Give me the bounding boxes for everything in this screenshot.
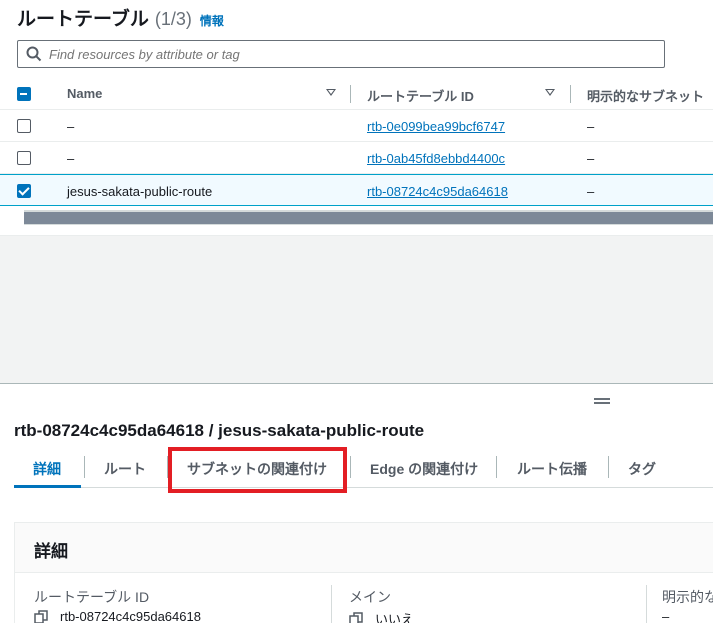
table-row[interactable]: – rtb-0e099bea99bcf6747 – <box>0 110 713 142</box>
column-header-name[interactable]: Name <box>67 86 102 101</box>
column-header-route-table-id[interactable]: ルートテーブル ID <box>367 86 474 105</box>
tab-divider <box>167 456 168 478</box>
route-table-id-link[interactable]: rtb-0ab45fd8ebbd4400c <box>367 151 505 166</box>
row-checkbox[interactable] <box>17 119 31 133</box>
field-value-main: いいえ <box>349 609 414 623</box>
table-row[interactable]: – rtb-0ab45fd8ebbd4400c – <box>0 142 713 174</box>
row-name: – <box>67 119 75 134</box>
field-divider <box>331 585 332 623</box>
row-name: – <box>67 151 75 166</box>
copy-icon[interactable] <box>349 611 363 623</box>
route-table-id-link[interactable]: rtb-0e099bea99bcf6747 <box>367 119 505 134</box>
row-checkbox[interactable] <box>17 184 31 198</box>
field-label-route-table-id: ルートテーブル ID <box>34 589 150 605</box>
tab-route-propagation[interactable]: ルート伝播 <box>517 459 587 479</box>
active-tab-indicator <box>14 485 81 488</box>
table-header: Name ルートテーブル ID 明示的なサブネット <box>0 78 713 110</box>
route-table-id-value: rtb-08724c4c95da64618 <box>60 609 201 623</box>
route-tables-table: Name ルートテーブル ID 明示的なサブネット – rtb-0e099bea… <box>0 78 713 206</box>
tab-divider <box>350 456 351 478</box>
route-table-id-link[interactable]: rtb-08724c4c95da64618 <box>367 184 508 199</box>
selection-count: (1/3) <box>154 9 192 29</box>
select-all-checkbox[interactable] <box>17 87 31 101</box>
tab-divider <box>608 456 609 478</box>
tab-routes[interactable]: ルート <box>104 459 146 479</box>
field-label-explicit: 明示的な <box>662 589 713 605</box>
detail-title: rtb-08724c4c95da64618 / jesus-sakata-pub… <box>14 421 425 440</box>
column-header-explicit-subnet[interactable]: 明示的なサブネット <box>587 86 704 105</box>
tab-tags[interactable]: タグ <box>628 459 656 479</box>
field-value-explicit: – <box>662 609 670 623</box>
field-divider <box>646 585 647 623</box>
tab-edge-associations[interactable]: Edge の関連付け <box>370 459 478 479</box>
drag-handle-icon[interactable] <box>594 398 610 404</box>
main-value: いいえ <box>375 612 415 623</box>
table-row-selected[interactable]: jesus-sakata-public-route rtb-08724c4c95… <box>0 174 713 206</box>
horizontal-scrollbar-thumb[interactable] <box>24 212 713 224</box>
row-explicit-subnet: – <box>587 184 595 199</box>
card-title: 詳細 <box>34 542 68 561</box>
empty-area <box>0 235 713 383</box>
sort-caret-icon[interactable] <box>326 89 336 96</box>
info-link[interactable]: 情報 <box>200 12 224 29</box>
row-explicit-subnet: – <box>587 119 595 134</box>
page-title: ルートテーブル <box>17 9 149 30</box>
row-name: jesus-sakata-public-route <box>67 184 213 199</box>
field-value-route-table-id: rtb-08724c4c95da64618 <box>34 609 201 623</box>
copy-icon[interactable] <box>34 609 48 623</box>
field-label-main: メイン <box>349 589 391 605</box>
tab-subnet-associations[interactable]: サブネットの関連付け <box>187 459 327 479</box>
row-explicit-subnet: – <box>587 151 595 166</box>
route-tables-panel: ルートテーブル (1/3) 情報 Name ルートテーブル ID 明示的なサブネ… <box>0 0 713 235</box>
panel-header: ルートテーブル (1/3) 情報 <box>17 4 224 31</box>
tab-divider <box>84 456 85 478</box>
tab-divider <box>496 456 497 478</box>
details-card: 詳細 ルートテーブル ID rtb-08724c4c95da64618 メイン … <box>14 522 713 623</box>
search-icon <box>26 46 42 62</box>
card-header: 詳細 <box>15 523 713 573</box>
column-divider[interactable] <box>570 85 571 103</box>
column-divider[interactable] <box>350 85 351 103</box>
search-input[interactable] <box>49 46 649 62</box>
row-checkbox[interactable] <box>17 151 31 165</box>
search-box[interactable] <box>17 40 665 68</box>
sort-caret-icon[interactable] <box>545 89 555 96</box>
tab-details[interactable]: 詳細 <box>33 459 61 479</box>
split-pane-divider[interactable] <box>0 383 713 384</box>
detail-tabs: 詳細 ルート サブネットの関連付け Edge の関連付け ルート伝播 タグ <box>14 452 713 488</box>
